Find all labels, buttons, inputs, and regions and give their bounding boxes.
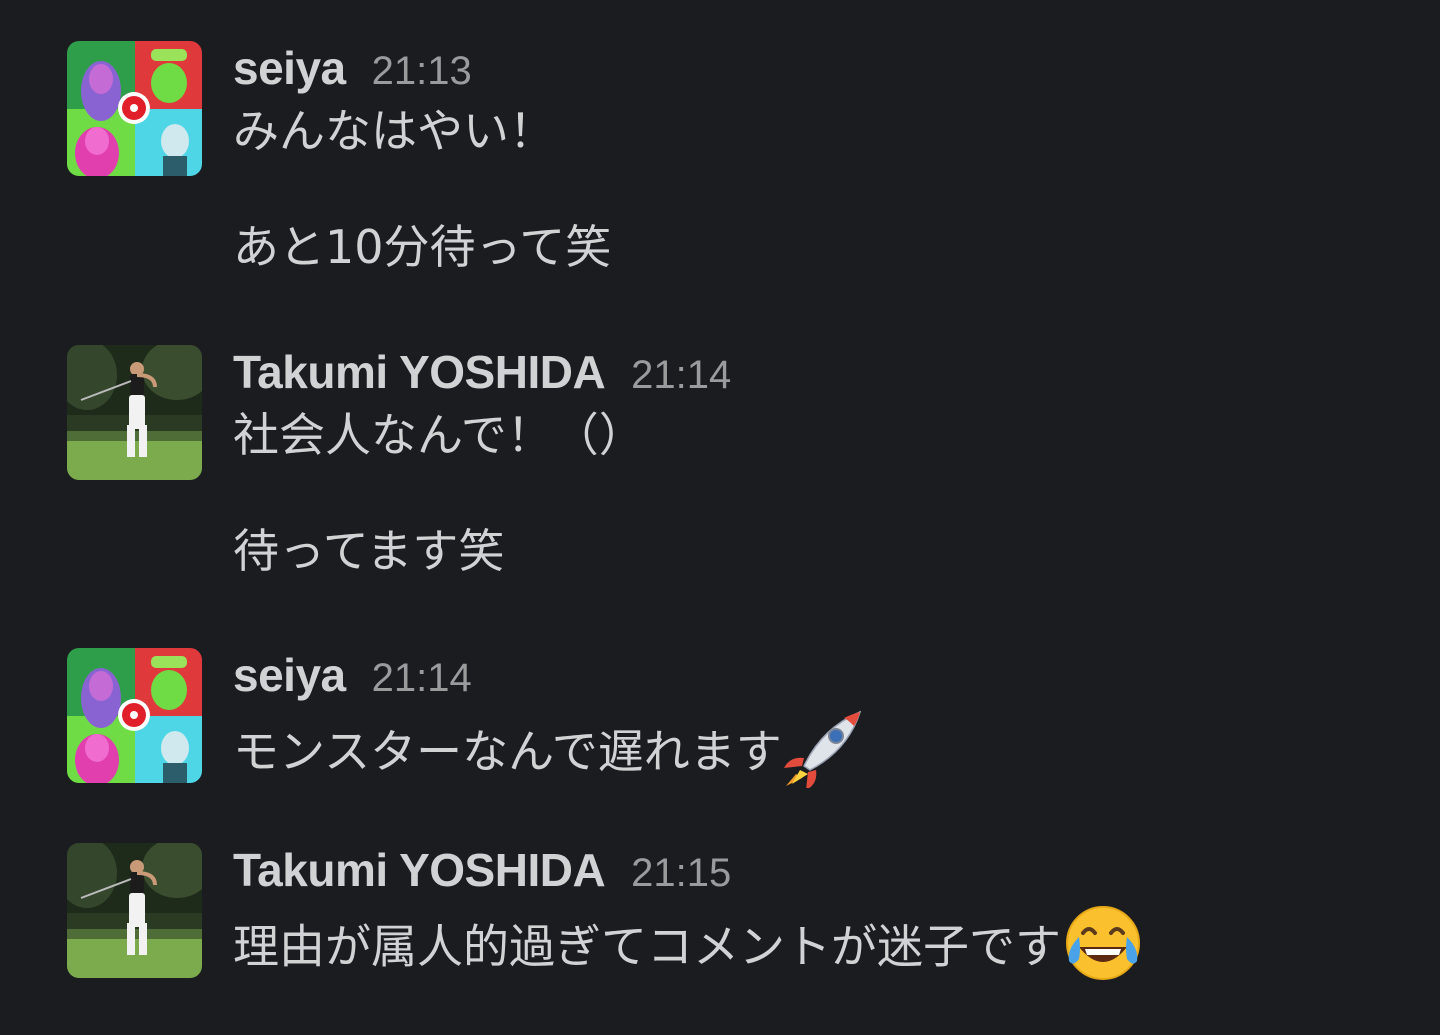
message-line: モンスターなんで遅れます xyxy=(233,708,866,790)
message-text: モンスターなんで遅れます xyxy=(233,724,782,779)
message-text: あと10分待って笑 xyxy=(233,220,612,274)
message-text: 待ってます笑 xyxy=(233,524,505,578)
author-name[interactable]: Takumi YOSHIDA xyxy=(233,345,606,399)
message-content: Takumi YOSHIDA 21:14 社会人なんで！（） 待ってます笑 xyxy=(233,345,731,581)
message-content: seiya 21:14 モンスターなんで遅れます xyxy=(233,648,866,790)
timestamp[interactable]: 21:15 xyxy=(631,851,731,896)
author-name[interactable]: Takumi YOSHIDA xyxy=(233,843,606,897)
message-header: Takumi YOSHIDA 21:14 xyxy=(233,345,731,405)
timestamp[interactable]: 21:14 xyxy=(631,353,731,398)
message-text: 理由が属人的過ぎてコメントが迷子です xyxy=(233,919,1061,974)
message-content: seiya 21:13 みんなはやい！ あと10分待って笑 xyxy=(233,41,611,277)
message-line: 理由が属人的過ぎてコメントが迷子です xyxy=(233,903,1145,980)
avatar[interactable] xyxy=(67,41,202,176)
tears-of-joy-icon xyxy=(1061,903,1145,997)
timestamp[interactable]: 21:13 xyxy=(372,49,472,94)
author-name[interactable]: seiya xyxy=(233,648,346,702)
author-name[interactable]: seiya xyxy=(233,41,346,95)
rocket-icon xyxy=(782,708,866,802)
avatar[interactable] xyxy=(67,345,202,480)
message-header: seiya 21:14 xyxy=(233,648,866,708)
avatar[interactable] xyxy=(67,648,202,783)
avatar[interactable] xyxy=(67,843,202,978)
message-header: Takumi YOSHIDA 21:15 xyxy=(233,843,1145,903)
timestamp[interactable]: 21:14 xyxy=(372,656,472,701)
message-text: みんなはやい！ xyxy=(233,104,555,158)
message-header: seiya 21:13 xyxy=(233,41,611,101)
message-text: 社会人なんで！（） xyxy=(233,408,645,462)
message-content: Takumi YOSHIDA 21:15 理由が属人的過ぎてコメントが迷子です xyxy=(233,843,1145,980)
